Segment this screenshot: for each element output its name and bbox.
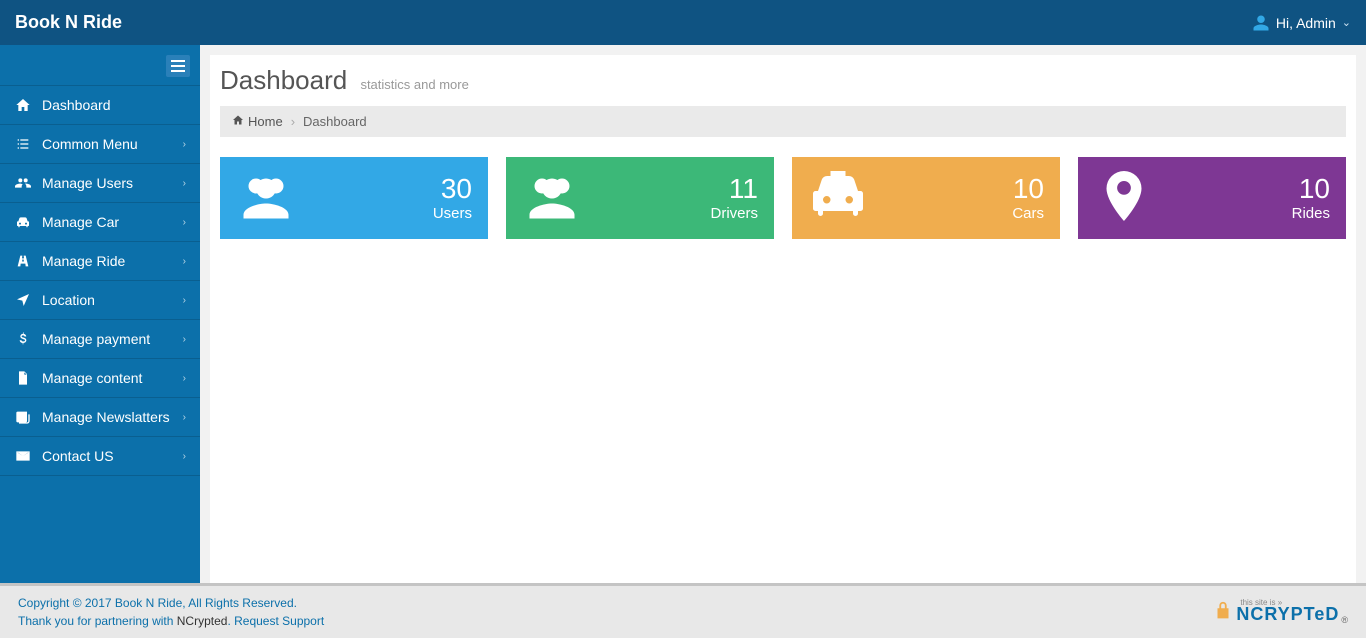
- location-arrow-icon: [14, 291, 32, 309]
- chevron-right-icon: ›: [183, 295, 186, 306]
- sidebar-item-label: Location: [42, 292, 95, 308]
- sidebar-item-common-menu[interactable]: Common Menu ›: [0, 125, 200, 163]
- stat-label: Users: [433, 205, 472, 222]
- sidebar: Dashboard Common Menu › Manage Users › M…: [0, 45, 200, 583]
- sidebar-item-contact-us[interactable]: Contact US ›: [0, 437, 200, 475]
- road-icon: [14, 252, 32, 270]
- breadcrumb-separator: ›: [291, 114, 295, 129]
- sidebar-item-label: Manage Car: [42, 214, 119, 230]
- breadcrumb: Home › Dashboard: [220, 106, 1346, 137]
- stat-value: 30: [433, 174, 472, 205]
- users-icon: [522, 166, 582, 231]
- chevron-right-icon: ›: [183, 334, 186, 345]
- sidebar-item-label: Dashboard: [42, 97, 111, 113]
- file-icon: [14, 369, 32, 387]
- stat-card-rides[interactable]: 10 Rides: [1078, 157, 1346, 239]
- stat-card-drivers[interactable]: 11 Drivers: [506, 157, 774, 239]
- seal-top-text: this site is »: [1240, 598, 1282, 607]
- user-menu[interactable]: Hi, Admin ⌄: [1252, 14, 1351, 32]
- header-bar: Book N Ride Hi, Admin ⌄: [0, 0, 1366, 45]
- newspaper-icon: [14, 408, 32, 426]
- seal-brand-text: NCRYPTeD: [1236, 604, 1339, 625]
- registered-symbol: ®: [1341, 615, 1348, 625]
- page-subtitle: statistics and more: [360, 77, 468, 92]
- footer-text: Copyright © 2017 Book N Ride, All Rights…: [18, 594, 324, 630]
- sidebar-item-label: Manage Newslatters: [42, 409, 170, 425]
- stat-label: Rides: [1292, 205, 1330, 222]
- sidebar-item-label: Contact US: [42, 448, 114, 464]
- envelope-icon: [14, 447, 32, 465]
- user-icon: [1252, 14, 1270, 32]
- sidebar-item-manage-content[interactable]: Manage content ›: [0, 359, 200, 397]
- stat-value: 11: [711, 174, 759, 205]
- footer-ncrypted: NCrypted: [177, 614, 228, 628]
- sidebar-item-manage-payment[interactable]: Manage payment ›: [0, 320, 200, 358]
- chevron-right-icon: ›: [183, 256, 186, 267]
- chevron-right-icon: ›: [183, 451, 186, 462]
- breadcrumb-home-link[interactable]: Home: [248, 114, 283, 129]
- sidebar-item-manage-users[interactable]: Manage Users ›: [0, 164, 200, 202]
- home-icon: [14, 96, 32, 114]
- car-icon: [14, 213, 32, 231]
- stat-card-cars[interactable]: 10 Cars: [792, 157, 1060, 239]
- footer-partner-pre: Thank you for partnering with: [18, 614, 177, 628]
- home-icon: [232, 114, 248, 129]
- chevron-right-icon: ›: [183, 178, 186, 189]
- users-icon: [236, 166, 296, 231]
- chevron-right-icon: ›: [183, 412, 186, 423]
- map-marker-icon: [1094, 166, 1154, 231]
- stat-card-users[interactable]: 30 Users: [220, 157, 488, 239]
- sidebar-item-label: Manage Ride: [42, 253, 125, 269]
- list-icon: [14, 135, 32, 153]
- chevron-right-icon: ›: [183, 373, 186, 384]
- stat-cards: 30 Users 11 Drivers 10 Cars: [220, 157, 1346, 239]
- taxi-icon: [808, 166, 868, 231]
- sidebar-item-location[interactable]: Location ›: [0, 281, 200, 319]
- footer-request-support-link[interactable]: Request Support: [234, 614, 324, 628]
- stat-label: Drivers: [711, 205, 759, 222]
- lock-icon: [1212, 600, 1234, 625]
- chevron-right-icon: ›: [183, 217, 186, 228]
- sidebar-item-label: Manage payment: [42, 331, 150, 347]
- footer: Copyright © 2017 Book N Ride, All Rights…: [0, 583, 1366, 638]
- stat-value: 10: [1292, 174, 1330, 205]
- sidebar-item-manage-newsletters[interactable]: Manage Newslatters ›: [0, 398, 200, 436]
- chevron-down-icon: ⌄: [1342, 16, 1351, 29]
- sidebar-item-label: Common Menu: [42, 136, 138, 152]
- menu-toggle-button[interactable]: [166, 55, 190, 77]
- sidebar-item-dashboard[interactable]: Dashboard: [0, 86, 200, 124]
- users-icon: [14, 174, 32, 192]
- dollar-icon: [14, 330, 32, 348]
- stat-value: 10: [1012, 174, 1044, 205]
- sidebar-item-label: Manage content: [42, 370, 142, 386]
- page-title: Dashboard statistics and more: [220, 65, 1346, 96]
- footer-copyright: Copyright © 2017 Book N Ride, All Rights…: [18, 594, 324, 612]
- main-content: Dashboard statistics and more Home › Das…: [210, 55, 1356, 583]
- user-greeting: Hi, Admin: [1276, 15, 1336, 31]
- breadcrumb-current: Dashboard: [303, 114, 367, 129]
- sidebar-item-label: Manage Users: [42, 175, 133, 191]
- stat-label: Cars: [1012, 205, 1044, 222]
- chevron-right-icon: ›: [183, 139, 186, 150]
- sidebar-item-manage-car[interactable]: Manage Car ›: [0, 203, 200, 241]
- brand-title: Book N Ride: [15, 12, 122, 33]
- sidebar-item-manage-ride[interactable]: Manage Ride ›: [0, 242, 200, 280]
- ncrypted-seal[interactable]: this site is » NCRYPTeD ®: [1212, 600, 1348, 625]
